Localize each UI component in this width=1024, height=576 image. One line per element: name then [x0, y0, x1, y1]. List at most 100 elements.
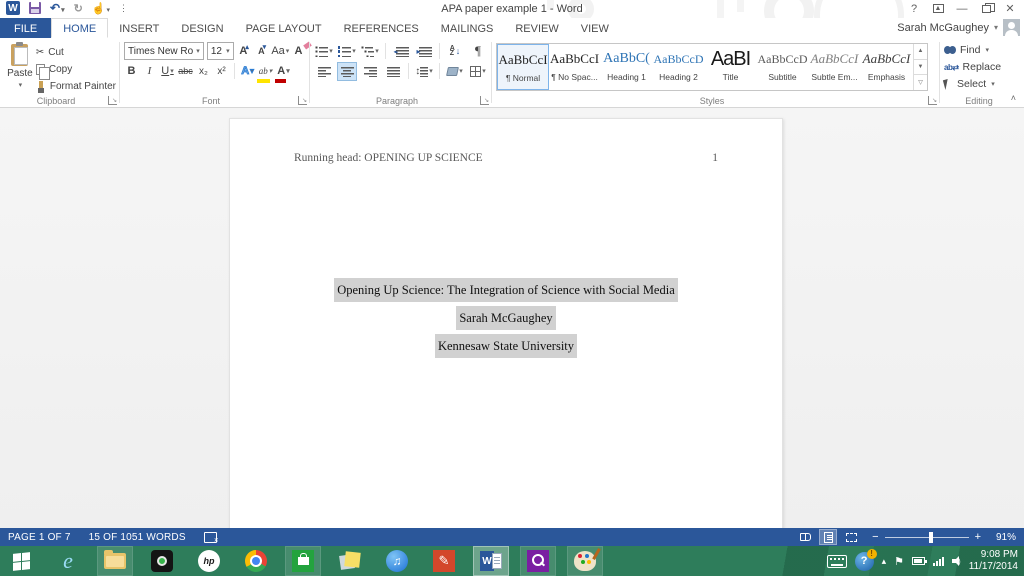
tab-view[interactable]: VIEW: [570, 18, 620, 38]
touch-mode-icon[interactable]: ☝▾: [92, 2, 110, 15]
read-mode-button[interactable]: [797, 530, 813, 544]
justify-button[interactable]: [383, 62, 403, 81]
battery-icon[interactable]: [912, 557, 928, 565]
close-button[interactable]: ✕: [998, 0, 1022, 17]
clipboard-dialog-launcher-icon[interactable]: [108, 96, 117, 105]
line-spacing-button[interactable]: ↕ ▾: [414, 62, 434, 81]
font-dialog-launcher-icon[interactable]: [298, 96, 307, 105]
flag-notification-icon[interactable]: ⚑: [894, 555, 904, 568]
select-button[interactable]: Select ▾: [942, 76, 1014, 92]
increase-indent-button[interactable]: ▸: [414, 42, 434, 61]
grow-font-button[interactable]: A ▴: [237, 42, 252, 60]
search-app-button[interactable]: [520, 546, 556, 576]
shrink-font-button[interactable]: A ▾: [255, 42, 270, 60]
hp-support-button[interactable]: hp: [192, 547, 226, 575]
subscript-button[interactable]: x₂: [196, 62, 211, 80]
paragraph-dialog-launcher-icon[interactable]: [480, 96, 489, 105]
file-explorer-button[interactable]: [97, 546, 133, 576]
font-color-button[interactable]: A ▾: [275, 62, 291, 83]
scroll-down-icon[interactable]: ▼: [914, 60, 927, 76]
collapse-ribbon-icon[interactable]: ˄: [1011, 93, 1016, 103]
scroll-up-icon[interactable]: ▲: [914, 44, 927, 60]
align-right-button[interactable]: [360, 62, 380, 81]
pen-app-button[interactable]: ✎: [427, 547, 461, 575]
word-app-icon[interactable]: W: [6, 1, 20, 15]
action-center-icon[interactable]: ?: [854, 548, 877, 571]
tab-insert[interactable]: INSERT: [108, 18, 170, 38]
cut-button[interactable]: ✂ Cut: [36, 45, 116, 60]
tab-design[interactable]: DESIGN: [170, 18, 234, 38]
tab-mailings[interactable]: MAILINGS: [430, 18, 505, 38]
tab-review[interactable]: REVIEW: [504, 18, 569, 38]
style-heading-1[interactable]: AaBbC( Heading 1: [601, 44, 653, 90]
strikethrough-button[interactable]: abc: [178, 62, 193, 80]
multilevel-list-button[interactable]: ▾: [360, 42, 380, 61]
numbering-button[interactable]: ▾: [337, 42, 357, 61]
style-title[interactable]: AaBI Title: [705, 44, 757, 90]
web-layout-button[interactable]: [843, 530, 859, 544]
tab-page-layout[interactable]: PAGE LAYOUT: [235, 18, 333, 38]
save-icon[interactable]: [29, 2, 41, 14]
bullets-button[interactable]: ▾: [314, 42, 334, 61]
tab-file[interactable]: FILE: [0, 18, 52, 38]
page-header[interactable]: Running head: OPENING UP SCIENCE 1: [294, 152, 718, 164]
document-page[interactable]: Running head: OPENING UP SCIENCE 1 Openi…: [229, 118, 783, 528]
customize-quick-access-icon[interactable]: ⋮: [119, 3, 128, 14]
redo-icon[interactable]: ↻: [74, 2, 83, 15]
style-emphasis[interactable]: AaBbCcI Emphasis: [861, 44, 913, 90]
zoom-out-button[interactable]: −: [872, 531, 878, 543]
paste-button[interactable]: Paste ▾: [4, 41, 36, 94]
align-center-button[interactable]: [337, 61, 357, 81]
find-button[interactable]: Find ▾: [944, 42, 1014, 58]
proofing-status-icon[interactable]: [203, 532, 219, 544]
show-hidden-icons-chevron[interactable]: ▴: [882, 556, 887, 567]
volume-button[interactable]: ): [952, 556, 961, 566]
minimize-button[interactable]: ―: [950, 0, 974, 17]
replace-button[interactable]: ab⇄ Replace: [944, 59, 1014, 75]
zoom-slider-handle[interactable]: [928, 531, 933, 543]
style-subtle-emphasis[interactable]: AaBbCcI Subtle Em...: [809, 44, 861, 90]
paint-button[interactable]: [567, 546, 603, 576]
superscript-button[interactable]: x²: [214, 62, 229, 80]
underline-button[interactable]: U ▾: [160, 62, 175, 80]
camera-app-button[interactable]: [145, 547, 179, 575]
gallery-more-icon[interactable]: ▽: [914, 75, 927, 90]
internet-explorer-button[interactable]: e: [51, 547, 85, 575]
italic-button[interactable]: I: [142, 62, 157, 80]
tab-home[interactable]: HOME: [51, 18, 109, 38]
word-count[interactable]: 15 OF 1051 WORDS: [89, 532, 186, 543]
undo-icon[interactable]: ↶▾: [50, 1, 65, 15]
touch-keyboard-icon[interactable]: [826, 554, 847, 568]
zoom-in-button[interactable]: +: [975, 531, 981, 543]
selected-text-line[interactable]: Opening Up Science: The Integration of S…: [334, 278, 678, 302]
decrease-indent-button[interactable]: ◂: [391, 42, 411, 61]
text-effects-button[interactable]: A ▾: [240, 62, 255, 80]
style-heading-2[interactable]: AaBbCcD Heading 2: [653, 44, 705, 90]
ribbon-display-options-button[interactable]: ▲: [926, 0, 950, 17]
zoom-percentage[interactable]: 91%: [988, 532, 1016, 543]
bold-button[interactable]: B: [124, 62, 139, 80]
network-signal-icon[interactable]: [933, 556, 945, 566]
word-taskbar-button[interactable]: W: [473, 546, 509, 576]
title-block[interactable]: Opening Up Science: The Integration of S…: [230, 277, 782, 361]
windows-store-button[interactable]: [285, 546, 321, 576]
page-indicator[interactable]: PAGE 1 OF 7: [8, 532, 71, 543]
shading-button[interactable]: ▾: [445, 62, 465, 81]
font-size-combobox[interactable]: 12 ▾: [206, 42, 234, 60]
copy-button[interactable]: Copy: [35, 62, 116, 80]
start-button[interactable]: [4, 547, 38, 575]
change-case-button[interactable]: Aa ▾: [271, 42, 289, 60]
tab-references[interactable]: REFERENCES: [333, 18, 430, 38]
borders-button[interactable]: ▾: [468, 62, 488, 81]
sticky-notes-button[interactable]: [333, 547, 367, 575]
style-normal[interactable]: AaBbCcI ¶ Normal: [497, 44, 549, 90]
align-left-button[interactable]: [314, 62, 334, 81]
taskbar-clock[interactable]: 9:08 PM 11/17/2014: [969, 549, 1018, 573]
selected-text-line[interactable]: Sarah McGaughey: [456, 306, 556, 330]
text-highlight-button[interactable]: ab ▾: [257, 62, 273, 83]
chrome-button[interactable]: [239, 547, 273, 575]
print-layout-button[interactable]: [819, 529, 838, 545]
show-hide-marks-button[interactable]: ¶: [468, 42, 488, 61]
avatar[interactable]: [1003, 19, 1020, 36]
zoom-slider[interactable]: [884, 531, 969, 543]
